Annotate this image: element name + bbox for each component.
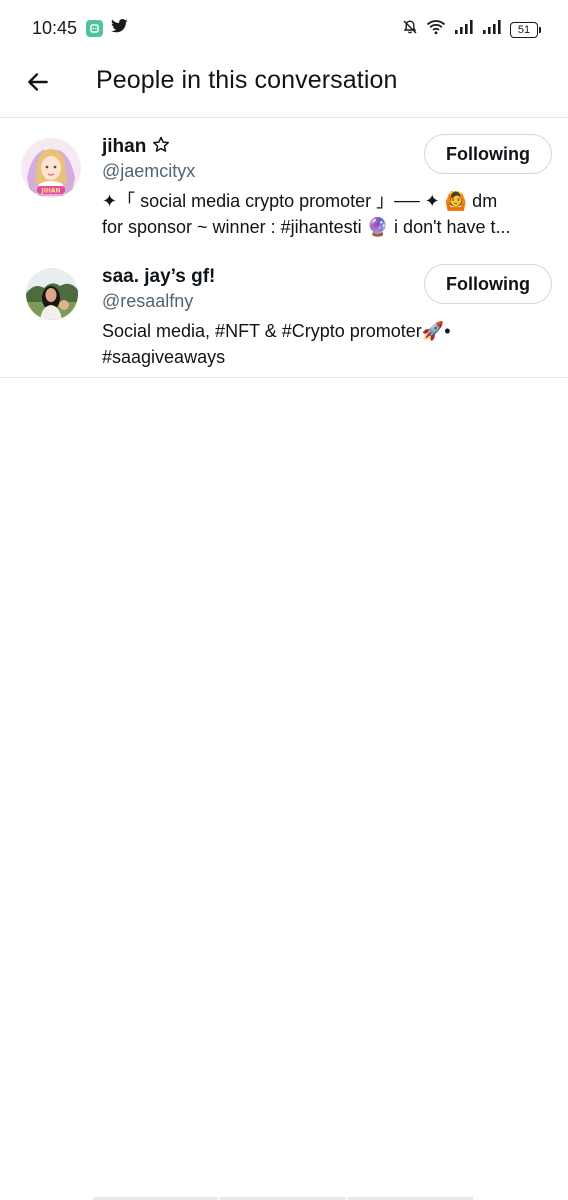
bio: Social media, #NFT & #Crypto promoter🚀• … (102, 318, 550, 370)
following-button[interactable]: Following (424, 134, 552, 174)
bell-muted-icon (402, 19, 418, 40)
list-item[interactable]: saa. jay’s gf! @resaalfny Social media, … (0, 248, 568, 377)
signal-icon (482, 20, 502, 39)
display-name-text: jihan (102, 136, 147, 157)
bio-line: #saagiveaways (102, 347, 226, 367)
signal-icon (454, 20, 474, 39)
page-title: People in this conversation (96, 66, 398, 94)
people-list: JIHAN jihan @jaemcityx ✦「 social media c… (0, 118, 568, 378)
list-item[interactable]: JIHAN jihan @jaemcityx ✦「 social media c… (0, 118, 568, 248)
battery-icon: 51 (510, 21, 541, 38)
twitter-bird-icon (111, 19, 128, 38)
battery-level: 51 (517, 23, 531, 36)
status-right-icons: 51 (402, 19, 541, 40)
bio-line: Social media, #NFT & #Crypto promoter🚀• (102, 321, 451, 341)
arrow-left-icon (25, 69, 51, 100)
avatar[interactable]: JIHAN (21, 138, 81, 198)
status-bar: 10:45 51 (0, 0, 568, 58)
app-notification-icon (86, 20, 103, 37)
bio-line: for sponsor ~ winner : #jihantesti 🔮 i d… (102, 217, 511, 237)
svg-text:JIHAN: JIHAN (40, 188, 60, 195)
status-time: 10:45 (32, 18, 78, 38)
bio-line: ✦「 social media crypto promoter 」── ✦ 🙆 … (102, 191, 498, 211)
following-button[interactable]: Following (424, 264, 552, 304)
header: People in this conversation (0, 58, 568, 118)
display-name-text: saa. jay’s gf! (102, 266, 216, 287)
star-outline-icon (152, 136, 170, 159)
avatar[interactable] (26, 268, 78, 320)
bio: ✦「 social media crypto promoter 」── ✦ 🙆 … (102, 188, 550, 240)
wifi-icon (426, 19, 446, 40)
back-button[interactable] (20, 66, 56, 102)
status-left-icons (86, 19, 128, 38)
